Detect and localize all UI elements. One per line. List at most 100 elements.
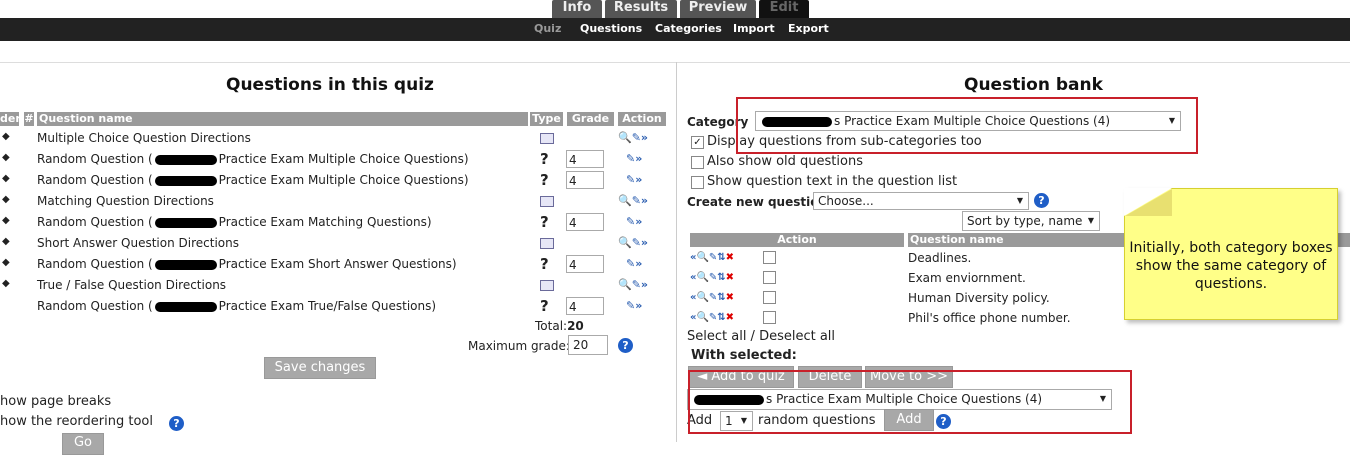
subnav-questions[interactable]: Questions xyxy=(580,22,642,35)
select-checkbox[interactable] xyxy=(763,291,776,304)
total-value: 20 xyxy=(567,319,584,333)
preview-edit-add-icons[interactable]: 🔍✎» xyxy=(618,194,648,207)
question-action-icons[interactable]: «🔍✎⇅✖ xyxy=(690,312,734,323)
question-name: Random Question (Practice Exam Short Ans… xyxy=(37,257,457,271)
bank-action-header: Action xyxy=(690,233,904,247)
question-bank-title: Question bank xyxy=(964,75,1103,95)
question-name: Multiple Choice Question Directions xyxy=(37,131,251,145)
question-action-icons[interactable]: «🔍✎⇅✖ xyxy=(690,272,734,283)
quiz-questions-title: Questions in this quiz xyxy=(226,75,434,95)
tab-preview[interactable]: Preview xyxy=(680,0,756,18)
subnav-import[interactable]: Import xyxy=(733,22,775,35)
question-action-icons[interactable]: «🔍✎⇅✖ xyxy=(690,252,734,263)
col-action-label: Action xyxy=(622,112,662,125)
preview-edit-add-icons[interactable]: 🔍✎» xyxy=(618,278,648,291)
edit-add-icons[interactable]: ✎» xyxy=(626,173,642,186)
sort-select[interactable]: Sort by type, name ▼ xyxy=(962,211,1100,231)
grade-input[interactable]: 4 xyxy=(566,171,604,189)
delete-icon[interactable]: ✖ xyxy=(726,252,734,263)
move-down-icon[interactable]: ◆ xyxy=(2,278,10,289)
edit-add-icons[interactable]: ✎» xyxy=(626,257,642,270)
redacted-text xyxy=(154,154,217,165)
select-checkbox[interactable] xyxy=(763,311,776,324)
note-text: Initially, both category boxes show the … xyxy=(1129,240,1333,292)
quiz-question-row: ◆ True / False Question Directions 🔍✎» xyxy=(0,276,676,297)
with-selected-label: With selected: xyxy=(691,348,797,363)
select-checkbox[interactable] xyxy=(763,271,776,284)
question-name: Random Question ( Practice Exam Matching … xyxy=(37,215,432,229)
question-name-end: Practice Exam Multiple Choice Questions) xyxy=(218,173,469,187)
move-down-icon[interactable]: ◆ xyxy=(2,215,10,226)
create-question-select[interactable]: Choose... ▼ xyxy=(813,192,1029,210)
grade-input[interactable]: 4 xyxy=(566,255,604,273)
chevron-down-icon: ▼ xyxy=(1016,196,1023,205)
move-down-icon[interactable]: ◆ xyxy=(2,152,10,163)
sub-navigation: Quiz Questions Categories Import Export xyxy=(0,18,1350,41)
bank-question-name: Human Diversity policy. xyxy=(908,291,1050,305)
edit-add-icons[interactable]: ✎» xyxy=(626,215,642,228)
help-icon[interactable]: ? xyxy=(618,338,633,353)
go-button[interactable]: Go xyxy=(62,433,104,455)
question-name: True / False Question Directions xyxy=(37,278,227,292)
question-name-end: Practice Exam Matching Questions) xyxy=(218,215,432,229)
old-questions-checkbox[interactable] xyxy=(691,156,704,169)
preview-edit-add-icons[interactable]: 🔍✎» xyxy=(618,131,648,144)
quiz-question-row: Random Question (Practice Exam True/Fals… xyxy=(0,297,676,318)
question-name-end: Practice Exam Short Answer Questions) xyxy=(218,257,457,271)
sort-value: Sort by type, name xyxy=(967,214,1083,228)
save-changes-button[interactable]: Save changes xyxy=(264,357,376,379)
bank-action-label: Action xyxy=(777,233,817,246)
bank-question-name: Deadlines. xyxy=(908,251,972,265)
highlight-box-top xyxy=(736,97,1198,154)
preview-edit-add-icons[interactable]: 🔍✎» xyxy=(618,236,648,249)
description-type-icon xyxy=(540,133,554,144)
col-type-header: Type xyxy=(530,112,563,126)
show-page-breaks-label[interactable]: how page breaks xyxy=(0,394,111,409)
edit-add-icons[interactable]: ✎» xyxy=(626,152,642,165)
question-name-start: Random Question ( xyxy=(37,173,153,187)
quiz-question-row: ◆ Short Answer Question Directions 🔍✎» xyxy=(0,234,676,255)
bank-question-name: Exam enviornment. xyxy=(908,271,1026,285)
redacted-text xyxy=(154,217,217,228)
move-down-icon[interactable]: ◆ xyxy=(2,173,10,184)
move-down-icon[interactable]: ◆ xyxy=(2,131,10,142)
subnav-quiz[interactable]: Quiz xyxy=(534,22,561,35)
quiz-question-row: ◆ Random Question (Practice Exam Short A… xyxy=(0,255,676,276)
tab-results-label: Results xyxy=(613,0,669,15)
grade-input[interactable]: 4 xyxy=(566,213,604,231)
question-name-end: Practice Exam Multiple Choice Questions) xyxy=(218,152,469,166)
grade-input[interactable]: 4 xyxy=(566,297,604,315)
max-grade-label: Maximum grade: xyxy=(468,339,570,353)
edit-add-icons[interactable]: ✎» xyxy=(626,299,642,312)
subnav-export[interactable]: Export xyxy=(788,22,829,35)
select-all-link[interactable]: Select all / Deselect all xyxy=(687,329,835,344)
tab-edit-label: Edit xyxy=(769,0,799,15)
move-down-icon[interactable]: ◆ xyxy=(2,236,10,247)
delete-icon[interactable]: ✖ xyxy=(726,292,734,303)
question-name-start: Random Question ( xyxy=(37,215,153,229)
show-reorder-label[interactable]: how the reordering tool xyxy=(0,414,153,429)
header-spacer xyxy=(0,41,1350,63)
max-grade-input[interactable]: 20 xyxy=(568,335,608,355)
tab-info[interactable]: Info xyxy=(552,0,602,18)
question-text-checkbox[interactable] xyxy=(691,176,704,189)
delete-icon[interactable]: ✖ xyxy=(726,272,734,283)
quiz-question-row: ◆ Random Question ( Practice Exam Multipl… xyxy=(0,171,676,192)
grade-input[interactable]: 4 xyxy=(566,150,604,168)
subnav-categories[interactable]: Categories xyxy=(655,22,722,35)
subcategories-checkbox[interactable]: ✓ xyxy=(691,136,704,149)
tab-results[interactable]: Results xyxy=(605,0,677,18)
move-down-icon[interactable]: ◆ xyxy=(2,257,10,268)
col-num-label: # xyxy=(24,112,34,125)
select-checkbox[interactable] xyxy=(763,251,776,264)
question-name: Matching Question Directions xyxy=(37,194,214,208)
help-icon[interactable]: ? xyxy=(1034,193,1049,208)
help-icon[interactable]: ? xyxy=(169,416,184,431)
question-action-icons[interactable]: «🔍✎⇅✖ xyxy=(690,292,734,303)
description-type-icon xyxy=(540,238,554,249)
delete-icon[interactable]: ✖ xyxy=(726,312,734,323)
col-name-header[interactable]: Question name xyxy=(37,112,528,126)
tab-edit[interactable]: Edit xyxy=(759,0,809,18)
move-down-icon[interactable]: ◆ xyxy=(2,194,10,205)
sticky-note: Initially, both category boxes show the … xyxy=(1124,188,1338,320)
